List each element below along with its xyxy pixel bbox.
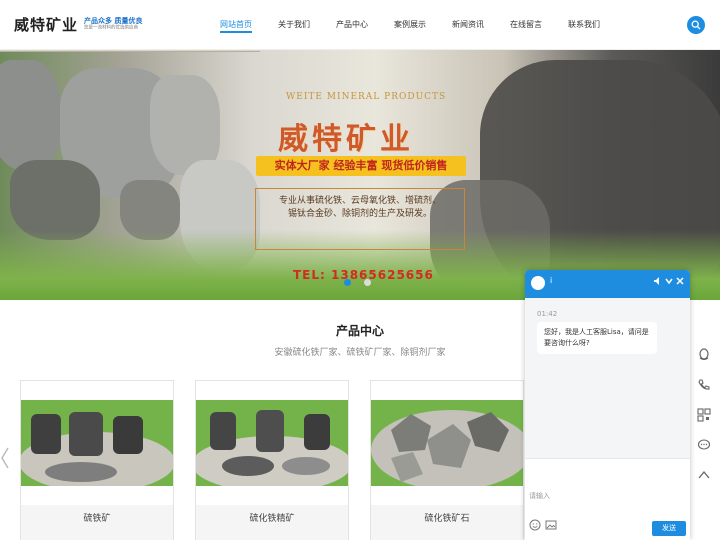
nav-item-message[interactable]: 在线留言 [500,0,552,50]
logo-text: 威特矿业 [14,16,79,34]
nav-item-products[interactable]: 产品中心 [326,0,378,50]
chat-widget: i 01:42 您好，我是人工客服Lisa，请问是要咨询什么呀? 请输入 发送 [525,270,690,540]
site-logo[interactable]: 威特矿业 产品众多 质量优良 您是一流材料的优选供应商 [14,14,144,35]
qrcode-icon [697,408,711,422]
chat-tools [529,519,561,531]
banner-desc-box: 专业从事硫化铁、云母氧化铁、增硫剂、 锡钛合金砂、除铜剂的生产及研发。 [255,188,465,250]
image-icon[interactable] [545,519,557,531]
chat-timestamp: 01:42 [537,310,558,318]
product-card[interactable]: 硫铁矿 [20,380,174,540]
slider-dots [344,279,384,286]
qq-icon [699,348,709,361]
nav-label: 关于我们 [278,20,310,29]
hero-banner[interactable]: 7 8 9 20 1 2 3 4 5 6 7 8 9 30 1 2 3 WEIT… [0,40,720,300]
banner-en-title: WEITE MINERAL PRODUCTS [286,92,447,102]
chat-title: i [550,276,553,285]
banner-desc-line1: 专业从事硫化铁、云母氧化铁、增硫剂、 [278,196,441,206]
carousel-prev-button[interactable] [0,446,10,470]
main-nav: 网站首页 关于我们 产品中心 案例展示 新闻资讯 在线留言 联系我们 [210,0,616,50]
qrcode-button[interactable] [688,400,720,430]
chat-message-bubble: 您好，我是人工客服Lisa，请问是要咨询什么呀? [537,322,657,354]
search-icon [691,20,701,30]
chevron-left-icon [1,447,9,469]
product-name: 硫化铁精矿 [196,505,348,540]
logo-tagline: 产品众多 质量优良 您是一流材料的优选供应商 [84,17,144,31]
phone-button[interactable] [688,370,720,400]
floating-toolbar [688,340,720,490]
slider-dot-2[interactable] [364,279,371,286]
banner-highlight: 实体大厂家 经验丰富 现货低价销售 [256,156,466,176]
volume-icon[interactable] [653,276,663,286]
product-image [196,400,348,486]
product-card[interactable]: 硫化铁精矿 [195,380,349,540]
product-card[interactable]: 硫化铁矿石 [370,380,524,540]
nav-label: 产品中心 [336,20,368,29]
send-button[interactable]: 发送 [652,521,686,536]
chat-header: i [525,270,690,298]
nav-label: 在线留言 [510,20,542,29]
search-button[interactable] [687,16,705,34]
product-image [371,400,523,486]
nav-item-contact[interactable]: 联系我们 [558,0,610,50]
site-header: 威特矿业 产品众多 质量优良 您是一流材料的优选供应商 网站首页 关于我们 产品… [0,0,720,50]
chevron-up-icon [698,470,710,479]
banner-desc-line2: 锡钛合金砂、除铜剂的生产及研发。 [287,209,432,219]
chat-messages: 01:42 您好，我是人工客服Lisa，请问是要咨询什么呀? [525,298,690,458]
message-button[interactable] [688,430,720,460]
slider-dot-1[interactable] [344,279,351,286]
banner-rock [0,60,60,170]
nav-label: 网站首页 [220,19,252,33]
nav-item-about[interactable]: 关于我们 [268,0,320,50]
close-icon[interactable] [675,276,685,286]
chat-avatar [531,276,545,290]
nav-label: 案例展示 [394,20,426,29]
nav-item-home[interactable]: 网站首页 [210,0,262,50]
banner-rock [10,160,100,240]
nav-label: 联系我们 [568,20,600,29]
phone-icon [698,379,710,390]
product-image [21,400,173,486]
chat-input-area[interactable]: 请输入 发送 [525,458,690,540]
product-name: 硫化铁矿石 [371,505,523,540]
banner-cn-title: 威特矿业 [278,122,414,157]
logo-desc: 您是一流材料的优选供应商 [84,24,139,31]
emoji-icon[interactable] [529,519,541,531]
nav-item-news[interactable]: 新闻资讯 [442,0,494,50]
back-to-top-button[interactable] [688,460,720,490]
chat-input-placeholder: 请输入 [529,492,550,500]
qq-button[interactable] [688,340,720,370]
nav-label: 新闻资讯 [452,20,484,29]
product-name: 硫铁矿 [21,505,173,540]
message-icon [697,439,711,450]
minimize-icon[interactable] [664,276,674,286]
nav-item-cases[interactable]: 案例展示 [384,0,436,50]
